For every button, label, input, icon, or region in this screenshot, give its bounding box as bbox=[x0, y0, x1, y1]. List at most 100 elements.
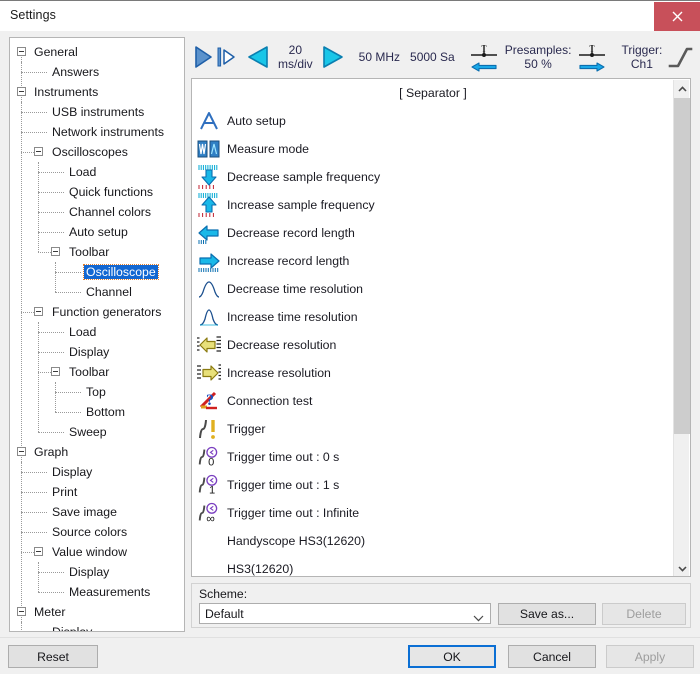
tree-item-load[interactable]: Load bbox=[10, 162, 184, 182]
list-item[interactable]: Decrease resolution bbox=[192, 331, 674, 359]
tree-expander-toolbar[interactable] bbox=[51, 246, 60, 256]
list-item-label: [ Separator ] bbox=[399, 86, 467, 100]
tree-item-top[interactable]: Top bbox=[10, 382, 184, 402]
settings-dialog: Settings General Answers Instruments USB in… bbox=[0, 0, 700, 674]
tree-item-display[interactable]: Display bbox=[10, 622, 184, 632]
record-length-value[interactable]: 5000 Sa bbox=[405, 35, 460, 79]
tree-item-print[interactable]: Print bbox=[10, 482, 184, 502]
list-item-label: Decrease time resolution bbox=[227, 282, 364, 296]
toolbar-items-list[interactable]: [ Separator ] Auto setup Measure mode Dec… bbox=[191, 78, 691, 577]
list-item-label: Increase record length bbox=[227, 254, 350, 268]
tree-item-load[interactable]: Load bbox=[10, 322, 184, 342]
list-item[interactable]: Increase sample frequency bbox=[192, 191, 674, 219]
increase-record-length-icon bbox=[196, 249, 222, 273]
tree-expander-general[interactable] bbox=[17, 46, 26, 56]
tree-expander-value-window[interactable] bbox=[34, 546, 43, 556]
list-scrollbar[interactable] bbox=[673, 80, 690, 576]
tree-item-graph[interactable]: Graph bbox=[10, 442, 184, 462]
tree-item-usb-instruments[interactable]: USB instruments bbox=[10, 102, 184, 122]
tree-item-auto-setup[interactable]: Auto setup bbox=[10, 222, 184, 242]
ok-button[interactable]: OK bbox=[408, 645, 496, 668]
tree-item-quick-functions[interactable]: Quick functions bbox=[10, 182, 184, 202]
list-item[interactable]: Increase record length bbox=[192, 247, 674, 275]
chevron-down-glyph bbox=[677, 565, 687, 572]
tree-item-save-image[interactable]: Save image bbox=[10, 502, 184, 522]
tree-item-label: Quick functions bbox=[69, 185, 154, 199]
tree-item-answers[interactable]: Answers bbox=[10, 62, 184, 82]
settings-tree[interactable]: General Answers Instruments USB instruments… bbox=[9, 37, 185, 632]
tree-expander-function-generators[interactable] bbox=[34, 306, 43, 316]
tree-expander-meter[interactable] bbox=[17, 606, 26, 616]
svg-text:?: ? bbox=[206, 392, 214, 409]
decrease-sample-frequency-icon bbox=[196, 165, 222, 189]
trigger-source-value[interactable]: Trigger: Ch1 bbox=[616, 35, 667, 79]
tree-expander-instruments[interactable] bbox=[17, 86, 26, 96]
list-item[interactable]: Trigger bbox=[192, 415, 674, 443]
tree-item-meter[interactable]: Meter bbox=[10, 602, 184, 622]
list-item[interactable]: Auto setup bbox=[192, 107, 674, 135]
tree-item-label: Toolbar bbox=[69, 365, 110, 379]
presamples-value-text: Presamples: 50 % bbox=[504, 43, 572, 71]
tree-item-measurements[interactable]: Measurements bbox=[10, 582, 184, 602]
decrease-timebase-icon[interactable] bbox=[245, 35, 273, 79]
list-item-label: Trigger time out : 0 s bbox=[227, 450, 340, 464]
list-item[interactable]: Decrease record length bbox=[192, 219, 674, 247]
tree-item-display[interactable]: Display bbox=[10, 462, 184, 482]
list-item[interactable]: ∞ Trigger time out : Infinite bbox=[192, 499, 674, 527]
timebase-value[interactable]: 20 ms/div bbox=[273, 35, 318, 79]
list-item[interactable]: 0 Trigger time out : 0 s bbox=[192, 443, 674, 471]
trigger-slope-icon[interactable] bbox=[667, 35, 693, 79]
tree-item-channel-colors[interactable]: Channel colors bbox=[10, 202, 184, 222]
tree-item-general[interactable]: General bbox=[10, 42, 184, 62]
scheme-selected-value: Default bbox=[205, 606, 244, 621]
tree-item-display[interactable]: Display bbox=[10, 342, 184, 362]
tree-item-oscilloscope[interactable]: Oscilloscope bbox=[10, 262, 184, 282]
tree-expander-oscilloscopes[interactable] bbox=[34, 146, 43, 156]
play-icon[interactable] bbox=[191, 35, 215, 79]
scroll-down-icon[interactable] bbox=[674, 560, 690, 576]
cancel-button[interactable]: Cancel bbox=[508, 645, 596, 668]
tree-item-network-instruments[interactable]: Network instruments bbox=[10, 122, 184, 142]
list-item-label: Trigger time out : Infinite bbox=[227, 506, 360, 520]
tree-item-instruments[interactable]: Instruments bbox=[10, 82, 184, 102]
single-step-icon[interactable] bbox=[215, 35, 237, 79]
svg-text:1: 1 bbox=[209, 484, 215, 496]
list-item[interactable]: Handyscope HS3(12620) bbox=[192, 527, 674, 555]
list-item[interactable]: ? Connection test bbox=[192, 387, 674, 415]
tree-item-value-window[interactable]: Value window bbox=[10, 542, 184, 562]
increase-presamples-icon[interactable]: T bbox=[576, 35, 608, 79]
list-item[interactable]: [ Separator ] bbox=[192, 79, 674, 107]
tree-expander-toolbar[interactable] bbox=[51, 366, 60, 376]
tree-item-sweep[interactable]: Sweep bbox=[10, 422, 184, 442]
decrease-resolution-icon bbox=[196, 333, 222, 357]
scrollbar-thumb[interactable] bbox=[674, 98, 690, 434]
sample-frequency-value[interactable]: 50 MHz bbox=[354, 35, 405, 79]
tree-item-source-colors[interactable]: Source colors bbox=[10, 522, 184, 542]
tree-item-toolbar[interactable]: Toolbar bbox=[10, 362, 184, 382]
list-item[interactable]: Increase time resolution bbox=[192, 303, 674, 331]
reset-button[interactable]: Reset bbox=[8, 645, 98, 668]
tree-expander-graph[interactable] bbox=[17, 446, 26, 456]
increase-timebase-icon[interactable] bbox=[318, 35, 346, 79]
list-item[interactable]: Increase resolution bbox=[192, 359, 674, 387]
list-item[interactable]: HS3(12620) bbox=[192, 555, 674, 576]
tree-item-display[interactable]: Display bbox=[10, 562, 184, 582]
list-item[interactable]: Measure mode bbox=[192, 135, 674, 163]
tree-item-label: Meter bbox=[34, 605, 66, 619]
list-item[interactable]: 1 Trigger time out : 1 s bbox=[192, 471, 674, 499]
list-item[interactable]: Decrease sample frequency bbox=[192, 163, 674, 191]
presamples-value[interactable]: Presamples: 50 % bbox=[500, 35, 577, 79]
save-as-button[interactable]: Save as... bbox=[498, 603, 596, 625]
decrease-presamples-icon[interactable]: T bbox=[468, 35, 500, 79]
tree-item-bottom[interactable]: Bottom bbox=[10, 402, 184, 422]
tree-item-function-generators[interactable]: Function generators bbox=[10, 302, 184, 322]
close-icon[interactable] bbox=[654, 2, 700, 31]
decrease-record-length-icon bbox=[196, 221, 222, 245]
scroll-up-icon[interactable] bbox=[674, 80, 690, 97]
scheme-select[interactable]: Default bbox=[199, 603, 491, 624]
tree-item-channel[interactable]: Channel bbox=[10, 282, 184, 302]
tree-item-toolbar[interactable]: Toolbar bbox=[10, 242, 184, 262]
list-item[interactable]: Decrease time resolution bbox=[192, 275, 674, 303]
tree-item-label: Display bbox=[52, 625, 93, 632]
tree-item-oscilloscopes[interactable]: Oscilloscopes bbox=[10, 142, 184, 162]
